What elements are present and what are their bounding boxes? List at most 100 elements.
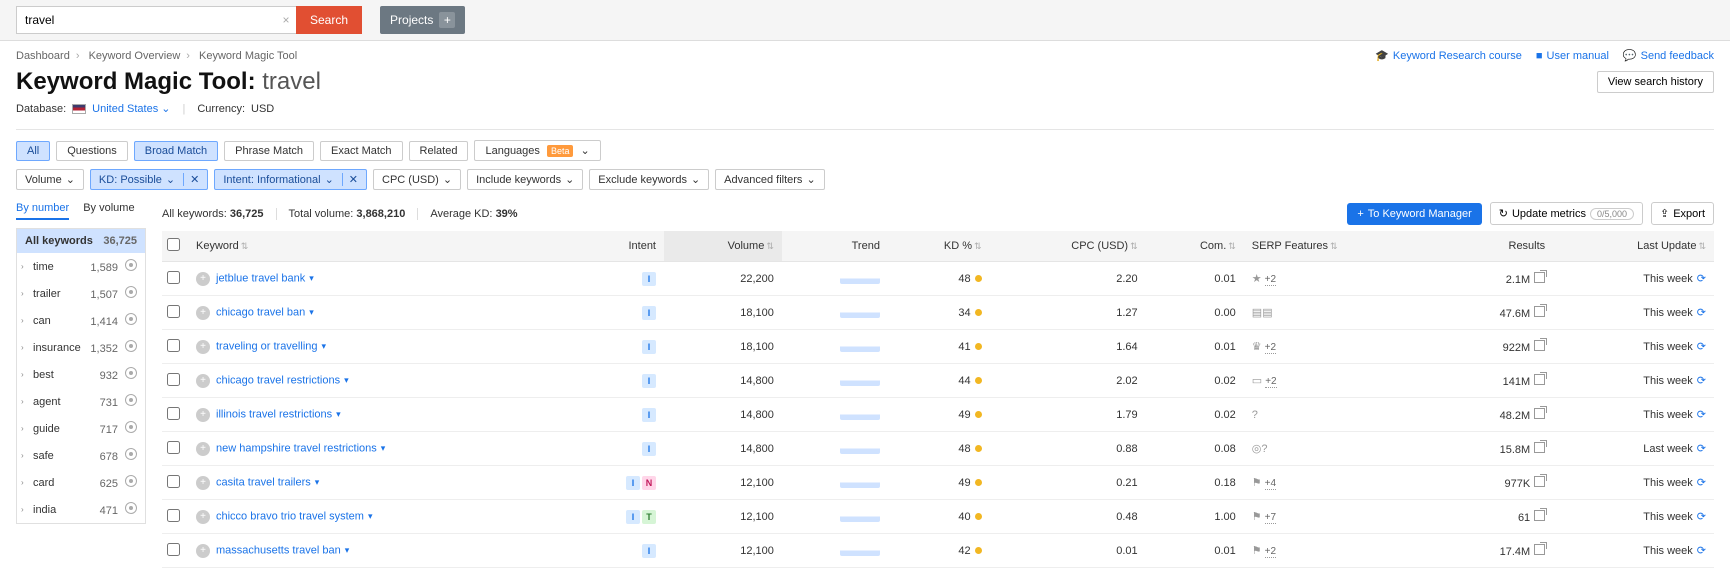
filter-volume[interactable]: Volume ⌄ [16, 169, 84, 190]
add-keyword-icon[interactable]: + [196, 340, 210, 354]
refresh-icon[interactable]: ⟳ [1697, 545, 1706, 557]
keyword-link[interactable]: casita travel trailers [216, 476, 311, 488]
refresh-icon[interactable]: ⟳ [1697, 409, 1706, 421]
row-checkbox[interactable] [167, 339, 180, 352]
group-item[interactable]: ›safe678 [17, 442, 145, 469]
close-icon[interactable]: ✕ [342, 173, 358, 186]
external-link-icon[interactable] [1534, 510, 1545, 521]
add-keyword-icon[interactable]: + [196, 544, 210, 558]
search-button[interactable]: Search [296, 6, 362, 34]
search-input[interactable] [16, 6, 276, 34]
projects-button[interactable]: Projects + [380, 6, 465, 34]
match-pill-broad-match[interactable]: Broad Match [134, 141, 218, 161]
group-item[interactable]: ›guide717 [17, 415, 145, 442]
refresh-icon[interactable]: ⟳ [1697, 307, 1706, 319]
keyword-link[interactable]: new hampshire travel restrictions [216, 442, 377, 454]
eye-icon[interactable] [125, 448, 137, 460]
external-link-icon[interactable] [1534, 374, 1545, 385]
chevron-down-icon[interactable]: ▾ [309, 307, 314, 317]
col-last-update[interactable]: Last Update⇅ [1553, 231, 1714, 262]
group-all-keywords[interactable]: All keywords36,725 [17, 229, 145, 253]
chevron-down-icon[interactable]: ▾ [315, 477, 320, 487]
col-serp[interactable]: SERP Features⇅ [1244, 231, 1437, 262]
row-checkbox[interactable] [167, 543, 180, 556]
keyword-link[interactable]: jetblue travel bank [216, 272, 305, 284]
serp-more[interactable]: +7 [1265, 512, 1276, 524]
row-checkbox[interactable] [167, 305, 180, 318]
keyword-link[interactable]: illinois travel restrictions [216, 408, 332, 420]
col-kd[interactable]: KD %⇅ [888, 231, 990, 262]
refresh-icon[interactable]: ⟳ [1697, 511, 1706, 523]
row-checkbox[interactable] [167, 441, 180, 454]
group-item[interactable]: ›can1,414 [17, 307, 145, 334]
chevron-down-icon[interactable]: ▾ [336, 409, 341, 419]
eye-icon[interactable] [125, 394, 137, 406]
view-history-button[interactable]: View search history [1597, 71, 1714, 93]
add-keyword-icon[interactable]: + [196, 510, 210, 524]
filter-cpc[interactable]: CPC (USD) ⌄ [373, 169, 461, 190]
eye-icon[interactable] [125, 340, 137, 352]
group-item[interactable]: ›trailer1,507 [17, 280, 145, 307]
add-keyword-icon[interactable]: + [196, 306, 210, 320]
filter-kd[interactable]: KD: Possible ⌄✕ [90, 169, 208, 190]
tab-by-number[interactable]: By number [16, 202, 69, 220]
select-all-checkbox[interactable] [167, 238, 180, 251]
send-feedback-link[interactable]: 💬Send feedback [1623, 49, 1714, 62]
external-link-icon[interactable] [1534, 442, 1545, 453]
serp-more[interactable]: +2 [1265, 376, 1276, 388]
chevron-down-icon[interactable]: ▾ [368, 511, 373, 521]
keyword-link[interactable]: chicco bravo trio travel system [216, 510, 364, 522]
col-volume[interactable]: Volume⇅ [664, 231, 782, 262]
col-intent[interactable]: Intent [577, 231, 664, 262]
add-keyword-icon[interactable]: + [196, 442, 210, 456]
external-link-icon[interactable] [1534, 544, 1545, 555]
eye-icon[interactable] [125, 421, 137, 433]
col-trend[interactable]: Trend [782, 231, 888, 262]
keyword-link[interactable]: traveling or travelling [216, 340, 318, 352]
chevron-down-icon[interactable]: ▾ [381, 443, 386, 453]
database-country[interactable]: United States ⌄ [92, 102, 170, 115]
eye-icon[interactable] [125, 313, 137, 325]
tab-by-volume[interactable]: By volume [83, 202, 134, 220]
group-item[interactable]: ›time1,589 [17, 253, 145, 280]
match-pill-questions[interactable]: Questions [56, 141, 128, 161]
export-button[interactable]: ⇪Export [1651, 202, 1714, 225]
col-results[interactable]: Results [1437, 231, 1554, 262]
breadcrumb-overview[interactable]: Keyword Overview [89, 50, 181, 62]
match-pill-related[interactable]: Related [409, 141, 469, 161]
match-pill-exact-match[interactable]: Exact Match [320, 141, 403, 161]
filter-advanced[interactable]: Advanced filters ⌄ [715, 169, 824, 190]
refresh-icon[interactable]: ⟳ [1697, 273, 1706, 285]
group-item[interactable]: ›agent731 [17, 388, 145, 415]
external-link-icon[interactable] [1534, 476, 1545, 487]
col-cpc[interactable]: CPC (USD)⇅ [990, 231, 1146, 262]
eye-icon[interactable] [125, 286, 137, 298]
filter-exclude[interactable]: Exclude keywords ⌄ [589, 169, 709, 190]
external-link-icon[interactable] [1534, 272, 1545, 283]
chevron-down-icon[interactable]: ▾ [322, 341, 327, 351]
col-keyword[interactable]: Keyword⇅ [188, 231, 577, 262]
external-link-icon[interactable] [1534, 340, 1545, 351]
refresh-icon[interactable]: ⟳ [1697, 375, 1706, 387]
match-pill-phrase-match[interactable]: Phrase Match [224, 141, 314, 161]
keyword-link[interactable]: chicago travel ban [216, 306, 305, 318]
eye-icon[interactable] [125, 367, 137, 379]
breadcrumb-dashboard[interactable]: Dashboard [16, 50, 70, 62]
external-link-icon[interactable] [1534, 306, 1545, 317]
col-com[interactable]: Com.⇅ [1146, 231, 1244, 262]
filter-include[interactable]: Include keywords ⌄ [467, 169, 583, 190]
filter-intent[interactable]: Intent: Informational ⌄✕ [214, 169, 367, 190]
refresh-icon[interactable]: ⟳ [1697, 477, 1706, 489]
chevron-down-icon[interactable]: ▾ [344, 375, 349, 385]
update-metrics-button[interactable]: ↻Update metrics0/5,000 [1490, 202, 1643, 225]
refresh-icon[interactable]: ⟳ [1697, 443, 1706, 455]
serp-more[interactable]: +2 [1265, 274, 1276, 286]
add-keyword-icon[interactable]: + [196, 272, 210, 286]
keyword-link[interactable]: massachusetts travel ban [216, 544, 341, 556]
clear-icon[interactable]: × [276, 6, 296, 34]
refresh-icon[interactable]: ⟳ [1697, 341, 1706, 353]
breadcrumb-magic[interactable]: Keyword Magic Tool [199, 50, 297, 62]
chevron-down-icon[interactable]: ▾ [345, 545, 350, 555]
close-icon[interactable]: ✕ [183, 173, 199, 186]
match-pill-all[interactable]: All [16, 141, 50, 161]
